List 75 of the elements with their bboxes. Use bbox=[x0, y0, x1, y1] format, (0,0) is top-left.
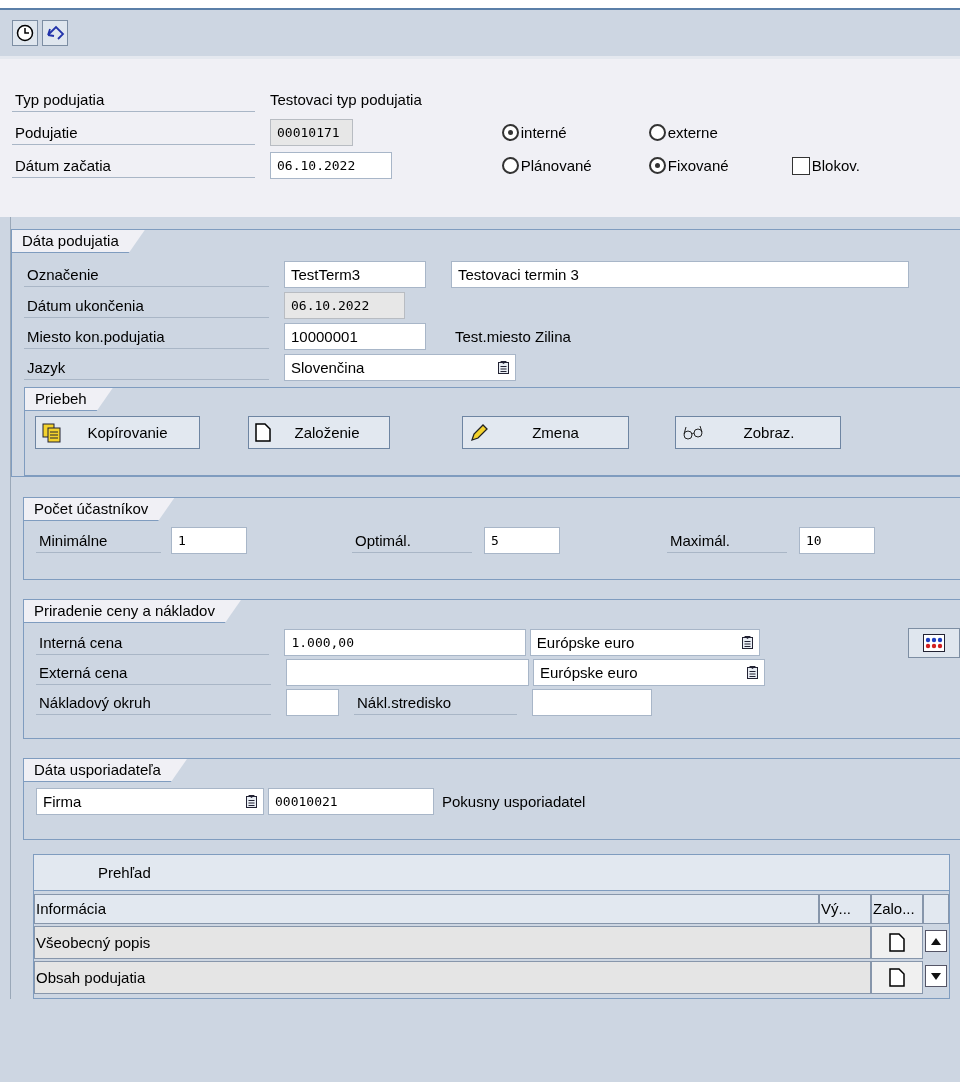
down-arrow-icon bbox=[931, 972, 941, 980]
action-button[interactable]: Kopírovanie bbox=[35, 416, 200, 449]
input-field[interactable]: 1 bbox=[171, 527, 247, 554]
clock-icon bbox=[16, 24, 34, 42]
dropdown-field[interactable]: Európske euro bbox=[533, 659, 765, 686]
field-label: Optimál. bbox=[352, 528, 472, 553]
scroll-up-button[interactable] bbox=[925, 930, 947, 952]
radio-label: Plánované bbox=[520, 157, 592, 174]
field-label: Maximál. bbox=[667, 528, 787, 553]
create-button[interactable] bbox=[871, 961, 923, 994]
field-label: Nákladový okruh bbox=[36, 690, 271, 715]
input-field[interactable] bbox=[286, 689, 339, 716]
field-label: Nákl.stredisko bbox=[354, 690, 517, 715]
checkbox-label: Blokov. bbox=[811, 157, 860, 174]
input-field[interactable]: 00010021 bbox=[268, 788, 434, 815]
radio-button[interactable] bbox=[648, 124, 666, 141]
up-arrow-icon bbox=[931, 937, 941, 945]
venue-name: Test.miesto Zilina bbox=[455, 328, 571, 345]
table-title: Prehľad bbox=[34, 855, 949, 891]
field-label: Jazyk bbox=[24, 355, 269, 380]
pencil-icon bbox=[469, 422, 489, 443]
field-label: Typ podujatia bbox=[12, 87, 255, 112]
input-field[interactable]: 10000001 bbox=[284, 323, 426, 350]
column-header[interactable]: Vý... bbox=[819, 894, 871, 924]
input-field[interactable]: 06.10.2022 bbox=[270, 152, 392, 179]
toolbar-button[interactable] bbox=[12, 20, 38, 46]
field-label: Minimálne bbox=[36, 528, 161, 553]
checkbox[interactable] bbox=[791, 156, 810, 175]
glasses-icon bbox=[682, 424, 704, 441]
table-cell[interactable]: Všeobecný popis bbox=[34, 926, 871, 959]
dropdown-field[interactable]: Európske euro bbox=[529, 629, 761, 656]
field-label: Miesto kon.podujatia bbox=[24, 324, 269, 349]
input-field[interactable] bbox=[532, 689, 652, 716]
list-icon[interactable] bbox=[742, 636, 754, 649]
radio-button[interactable] bbox=[648, 157, 666, 174]
radio-button[interactable] bbox=[501, 157, 519, 174]
column-header[interactable]: Informácia bbox=[34, 894, 819, 924]
field-label: Dátum ukončenia bbox=[24, 293, 269, 318]
document-icon bbox=[889, 933, 905, 952]
field-label: Externá cena bbox=[36, 660, 271, 685]
radio-button[interactable] bbox=[501, 124, 519, 141]
list-icon[interactable] bbox=[747, 666, 758, 679]
column-header[interactable]: Zalo... bbox=[871, 894, 923, 924]
dropdown-field[interactable]: Slovenčina bbox=[284, 354, 516, 381]
field-label: Dátum začatia bbox=[12, 153, 255, 178]
document-icon bbox=[889, 968, 905, 987]
radio-label: Fixované bbox=[667, 157, 729, 174]
scroll-down-button[interactable] bbox=[925, 965, 947, 987]
field-label: Označenie bbox=[24, 262, 269, 287]
document-icon bbox=[255, 423, 271, 442]
dots-grid-icon bbox=[923, 633, 946, 652]
input-field[interactable]: Testovaci termin 3 bbox=[451, 261, 909, 288]
dropdown-field[interactable]: Firma bbox=[36, 788, 264, 815]
copy-icon bbox=[42, 422, 62, 443]
table-cell[interactable]: Obsah podujatia bbox=[34, 961, 871, 994]
list-icon[interactable] bbox=[498, 361, 509, 374]
input-field[interactable] bbox=[286, 659, 529, 686]
organizer-name: Pokusny usporiadatel bbox=[442, 793, 586, 810]
action-button[interactable]: Zobraz. bbox=[675, 416, 841, 449]
field-value: Testovaci typ podujatia bbox=[270, 91, 422, 108]
toolbar-button[interactable] bbox=[42, 20, 68, 46]
field-label: Interná cena bbox=[36, 630, 270, 655]
return-arrow-icon bbox=[45, 24, 65, 42]
radio-label: externe bbox=[667, 124, 718, 141]
list-icon[interactable] bbox=[246, 795, 257, 808]
toolbar-button[interactable] bbox=[908, 627, 960, 658]
radio-label: interné bbox=[520, 124, 567, 141]
input-field[interactable]: 10 bbox=[799, 527, 875, 554]
action-button[interactable]: Založenie bbox=[248, 416, 390, 449]
action-button[interactable]: Zmena bbox=[462, 416, 629, 449]
create-button[interactable] bbox=[871, 926, 923, 959]
input-field[interactable]: 5 bbox=[484, 527, 560, 554]
field-label: Podujatie bbox=[12, 120, 255, 145]
input-field[interactable]: TestTerm3 bbox=[284, 261, 426, 288]
input-field[interactable]: 1.000,00 bbox=[284, 629, 526, 656]
